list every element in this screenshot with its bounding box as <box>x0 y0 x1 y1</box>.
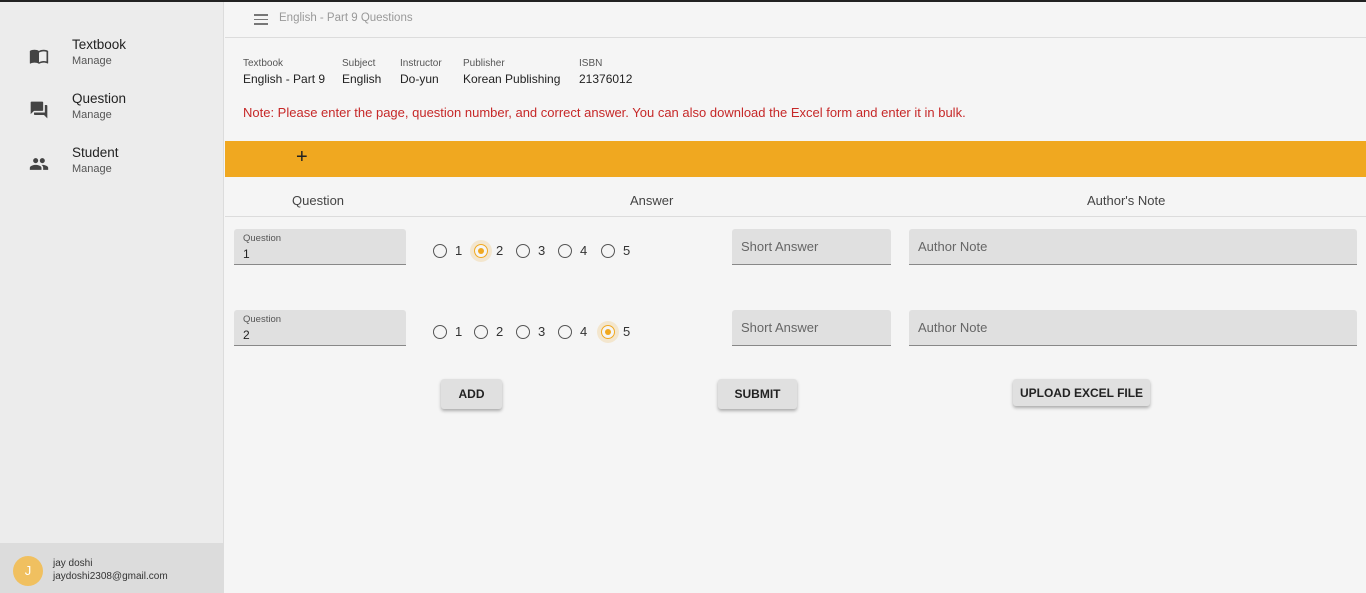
field-value: 2 <box>243 328 250 342</box>
sidebar-item-textbook[interactable]: Textbook Manage <box>0 36 224 84</box>
option-label: 4 <box>580 324 588 339</box>
info-label: Subject <box>342 58 376 69</box>
sidebar-item-question[interactable]: Question Manage <box>0 90 224 138</box>
option-label: 5 <box>623 243 631 258</box>
sidebar: Textbook Manage Question Manage Student … <box>0 2 224 593</box>
forum-icon <box>30 101 48 119</box>
option-label: 2 <box>496 243 504 258</box>
sidebar-item-student[interactable]: Student Manage <box>0 144 224 192</box>
info-label: Publisher <box>463 58 505 69</box>
user-name: jay doshi <box>53 558 93 569</box>
radio-icon <box>558 325 572 339</box>
option-label: 1 <box>455 243 463 258</box>
upload-excel-button[interactable]: UPLOAD EXCEL FILE <box>1013 379 1150 406</box>
submit-button[interactable]: SUBMIT <box>718 379 797 409</box>
option-label: 5 <box>623 324 631 339</box>
radio-checked-icon <box>601 325 615 339</box>
info-instructor: Instructor Do-yun <box>400 58 442 86</box>
info-value: 21376012 <box>579 72 633 86</box>
short-answer-input[interactable] <box>732 229 891 264</box>
sidebar-item-label: Textbook <box>72 37 127 52</box>
column-header-note: Author's Note <box>1087 193 1166 208</box>
people-icon <box>29 158 49 170</box>
author-note-field[interactable] <box>909 310 1357 346</box>
radio-checked-icon <box>474 244 488 258</box>
column-header-answer: Answer <box>630 193 674 208</box>
short-answer-field[interactable] <box>732 229 891 265</box>
radio-icon <box>433 244 447 258</box>
info-label: Textbook <box>243 58 284 69</box>
info-label: Instructor <box>400 58 442 69</box>
user-email: jaydoshi2308@gmail.com <box>53 571 168 582</box>
short-answer-input[interactable] <box>732 310 891 345</box>
book-icon <box>29 49 49 64</box>
option-label: 3 <box>538 243 546 258</box>
option-label: 1 <box>455 324 463 339</box>
question-number-field[interactable]: Question 2 <box>234 310 406 346</box>
add-icon[interactable]: + <box>296 146 308 169</box>
info-value: English - Part 9 <box>243 72 326 86</box>
radio-icon <box>474 325 488 339</box>
info-textbook: Textbook English - Part 9 <box>243 58 325 86</box>
radio-icon <box>516 325 530 339</box>
author-note-input[interactable] <box>909 310 1357 345</box>
sidebar-item-label: Question <box>72 91 127 106</box>
menu-icon[interactable] <box>254 14 268 25</box>
author-note-input[interactable] <box>909 229 1357 264</box>
option-label: 3 <box>538 324 546 339</box>
radio-icon <box>516 244 530 258</box>
field-label: Question <box>243 314 282 325</box>
info-label: ISBN <box>579 58 603 69</box>
info-isbn: ISBN 21376012 <box>579 58 632 86</box>
radio-icon <box>558 244 572 258</box>
sidebar-item-sublabel: Manage <box>72 109 112 121</box>
sidebar-item-sublabel: Manage <box>72 163 112 175</box>
option-label: 2 <box>496 324 504 339</box>
user-profile[interactable]: J jay doshi jaydoshi2308@gmail.com <box>0 543 224 593</box>
field-label: Question <box>243 233 282 244</box>
field-value: 1 <box>243 247 250 261</box>
question-number-field[interactable]: Question 1 <box>234 229 406 265</box>
info-publisher: Publisher Korean Publishing <box>463 58 560 86</box>
radio-icon <box>601 244 615 258</box>
author-note-field[interactable] <box>909 229 1357 265</box>
radio-icon <box>433 325 447 339</box>
sidebar-item-label: Student <box>72 145 119 160</box>
toolbar-bar: + <box>225 141 1366 177</box>
option-label: 4 <box>580 243 588 258</box>
short-answer-field[interactable] <box>732 310 891 346</box>
info-value: Korean Publishing <box>463 72 561 86</box>
info-value: English <box>342 72 382 86</box>
sidebar-item-sublabel: Manage <box>72 55 112 67</box>
avatar: J <box>13 556 43 586</box>
instruction-note: Note: Please enter the page, question nu… <box>243 105 966 120</box>
app-header: English - Part 9 Questions <box>225 2 1366 38</box>
divider <box>225 216 1366 217</box>
add-button[interactable]: ADD <box>441 379 502 409</box>
info-subject: Subject English <box>342 58 381 86</box>
column-header-question: Question <box>292 193 345 208</box>
page-title: English - Part 9 Questions <box>279 12 413 24</box>
info-value: Do-yun <box>400 72 439 86</box>
